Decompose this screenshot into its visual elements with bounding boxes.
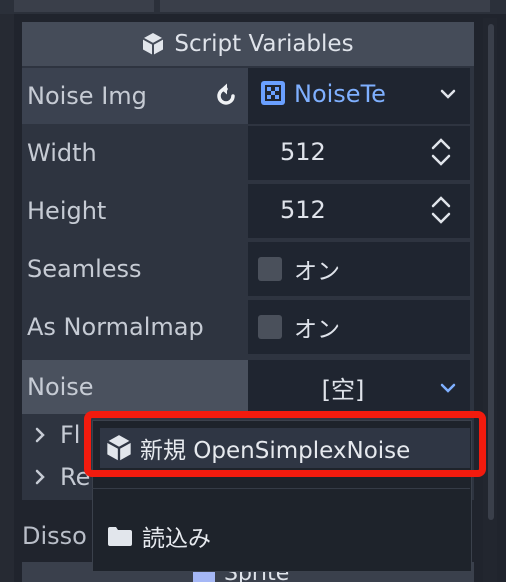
checkbox-box[interactable] — [258, 315, 282, 339]
chevron-right-icon — [35, 469, 45, 485]
top-bar — [0, 0, 506, 14]
top-bar-segment — [160, 0, 490, 12]
noise-img-value[interactable]: NoiseTe — [294, 72, 386, 116]
noise-img-dropdown-button[interactable] — [436, 82, 460, 106]
subsection-fl[interactable]: Fl — [34, 420, 80, 450]
section-title: Script Variables — [174, 31, 354, 57]
subsection-re[interactable]: Re — [34, 462, 90, 492]
height-value[interactable]: 512 — [280, 188, 326, 232]
inspector-scrollbar-thumb[interactable] — [488, 24, 494, 520]
property-label-noise: Noise — [22, 360, 248, 414]
width-value[interactable]: 512 — [280, 130, 326, 174]
checkbox-box[interactable] — [258, 257, 282, 281]
width-spin-arrows[interactable] — [430, 134, 454, 170]
seamless-checkbox[interactable]: オン — [258, 242, 340, 296]
spinner-arrows-icon — [431, 138, 451, 166]
property-label-width: Width — [27, 139, 97, 167]
noise-dropdown-button[interactable] — [436, 376, 460, 400]
property-label-seamless: Seamless — [27, 255, 142, 283]
menu-item-load[interactable]: 読込み — [106, 516, 211, 556]
noise-texture-icon — [260, 78, 290, 108]
spinner-arrows-icon — [431, 196, 451, 224]
chevron-right-icon — [35, 427, 45, 443]
chevron-down-icon — [440, 89, 456, 99]
top-bar-segment — [14, 0, 154, 12]
next-section-header[interactable]: Disso — [22, 518, 87, 554]
folder-icon — [108, 527, 132, 546]
as-normalmap-checkbox[interactable]: オン — [258, 300, 340, 354]
revert-button[interactable] — [210, 80, 242, 112]
property-label-as-normalmap: As Normalmap — [27, 313, 204, 341]
noise-value[interactable]: [空] — [248, 364, 438, 410]
highlight-box — [84, 411, 486, 477]
cube-icon — [142, 33, 164, 55]
chevron-down-icon — [440, 383, 456, 393]
revert-icon — [217, 83, 235, 105]
menu-separator — [92, 488, 470, 489]
height-spin-arrows[interactable] — [430, 192, 454, 228]
left-gutter — [0, 14, 14, 582]
property-label-height: Height — [27, 197, 107, 225]
script-variables-header[interactable]: Script Variables — [22, 22, 474, 66]
